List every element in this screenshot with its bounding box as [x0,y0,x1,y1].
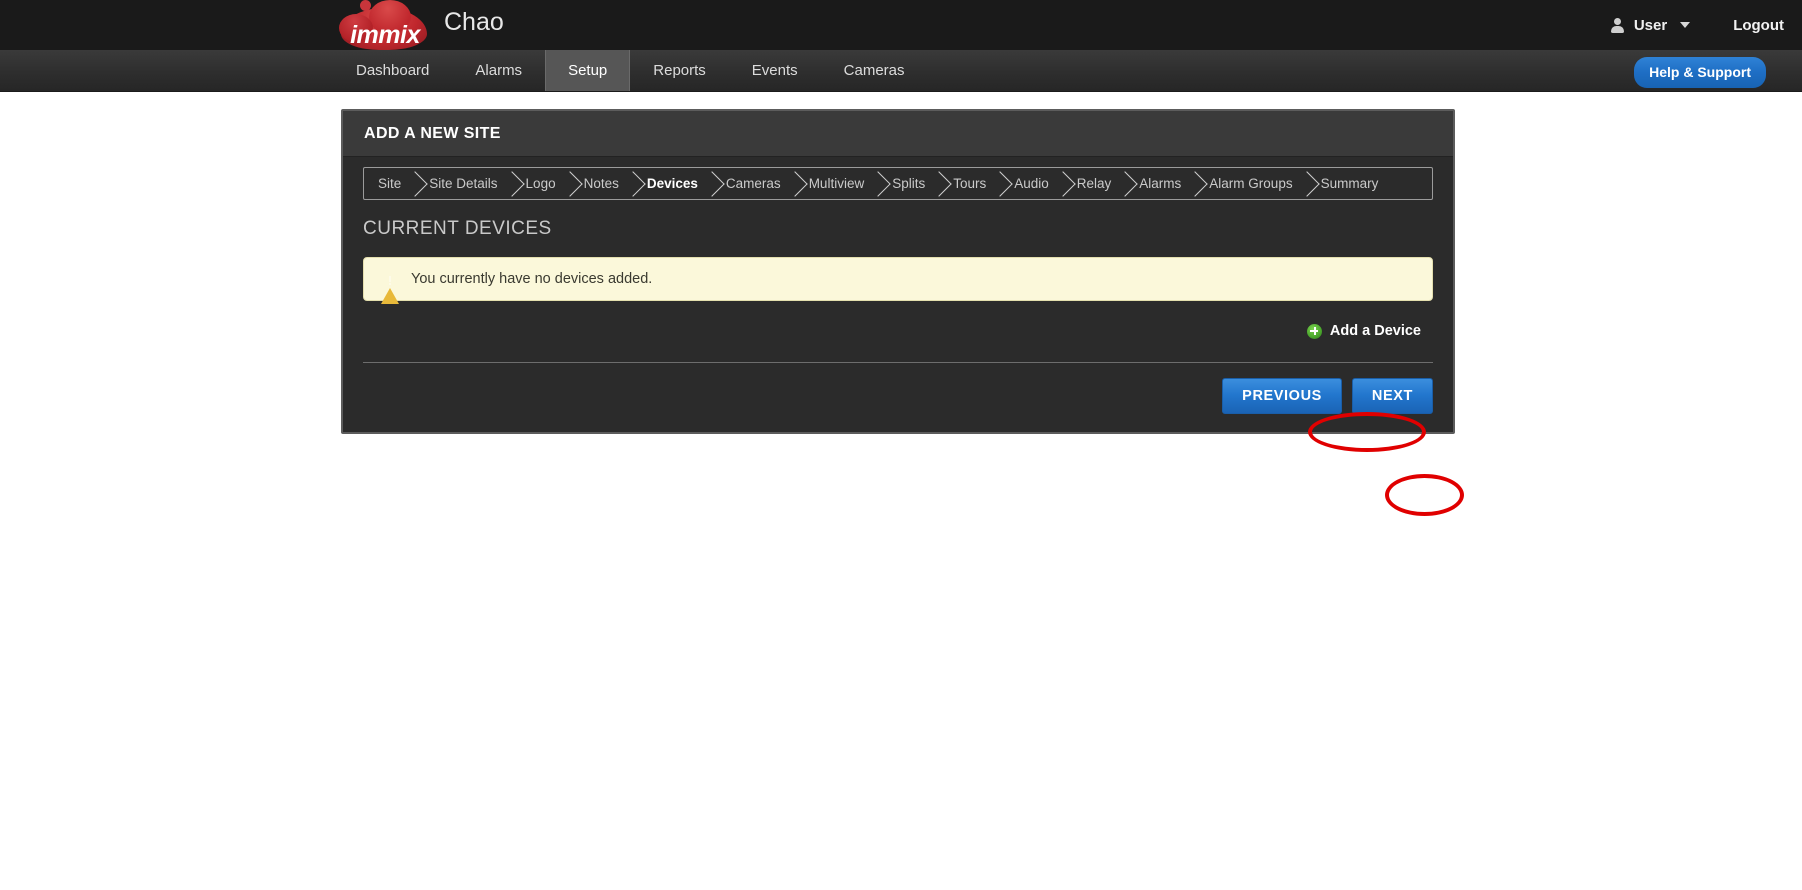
immix-logo[interactable]: immix [333,0,435,51]
page-body: ADD A NEW SITE Site Site Details Logo No… [0,92,1802,890]
section-title: CURRENT DEVICES [363,218,552,239]
user-menu-label[interactable]: User [1634,17,1667,34]
next-button[interactable]: NEXT [1351,378,1433,414]
nav-tab-dashboard[interactable]: Dashboard [333,50,452,91]
nav-tab-events[interactable]: Events [729,50,821,91]
user-account-area: User Logout [1609,0,1802,50]
wizard-steps: Site Site Details Logo Notes Devices Cam… [363,167,1433,200]
nav-tab-setup[interactable]: Setup [545,50,631,91]
plus-circle-icon [1306,323,1322,339]
previous-button[interactable]: PREVIOUS [1222,378,1342,414]
add-new-site-panel: ADD A NEW SITE Site Site Details Logo No… [341,109,1455,434]
wizard-step-alarm-groups[interactable]: Alarm Groups [1195,168,1306,199]
wizard-footer-buttons: PREVIOUS NEXT [343,363,1453,432]
annotation-ellipse-next [1385,474,1464,516]
panel-header: ADD A NEW SITE [343,111,1453,157]
help-and-support-button[interactable]: Help & Support [1634,57,1766,88]
chevron-down-icon[interactable] [1680,22,1691,28]
logout-link[interactable]: Logout [1733,17,1784,34]
nav-tab-cameras[interactable]: Cameras [821,50,928,91]
panel-title: ADD A NEW SITE [364,124,501,142]
nav-tab-reports[interactable]: Reports [630,50,729,91]
alert-message: You currently have no devices added. [411,271,653,287]
add-device-button[interactable]: Add a Device [1301,320,1427,342]
wizard-step-site[interactable]: Site [364,168,415,199]
add-device-row: Add a Device [363,301,1433,342]
main-navigation-bar: Dashboard Alarms Setup Reports Events Ca… [0,50,1802,92]
warning-triangle-icon [381,271,399,304]
no-devices-alert: You currently have no devices added. [363,257,1433,304]
nav-tab-alarms[interactable]: Alarms [452,50,545,91]
current-devices-section: CURRENT DEVICES You currently have no de… [343,200,1453,342]
page-title: Chao [444,8,504,36]
wizard-steps-container: Site Site Details Logo Notes Devices Cam… [343,157,1453,200]
wizard-step-site-details[interactable]: Site Details [415,168,511,199]
top-header-bar: immix Chao User Logout [0,0,1802,50]
person-icon [1609,17,1625,34]
add-device-label: Add a Device [1329,323,1421,339]
logo-wordmark: immix [350,21,420,49]
